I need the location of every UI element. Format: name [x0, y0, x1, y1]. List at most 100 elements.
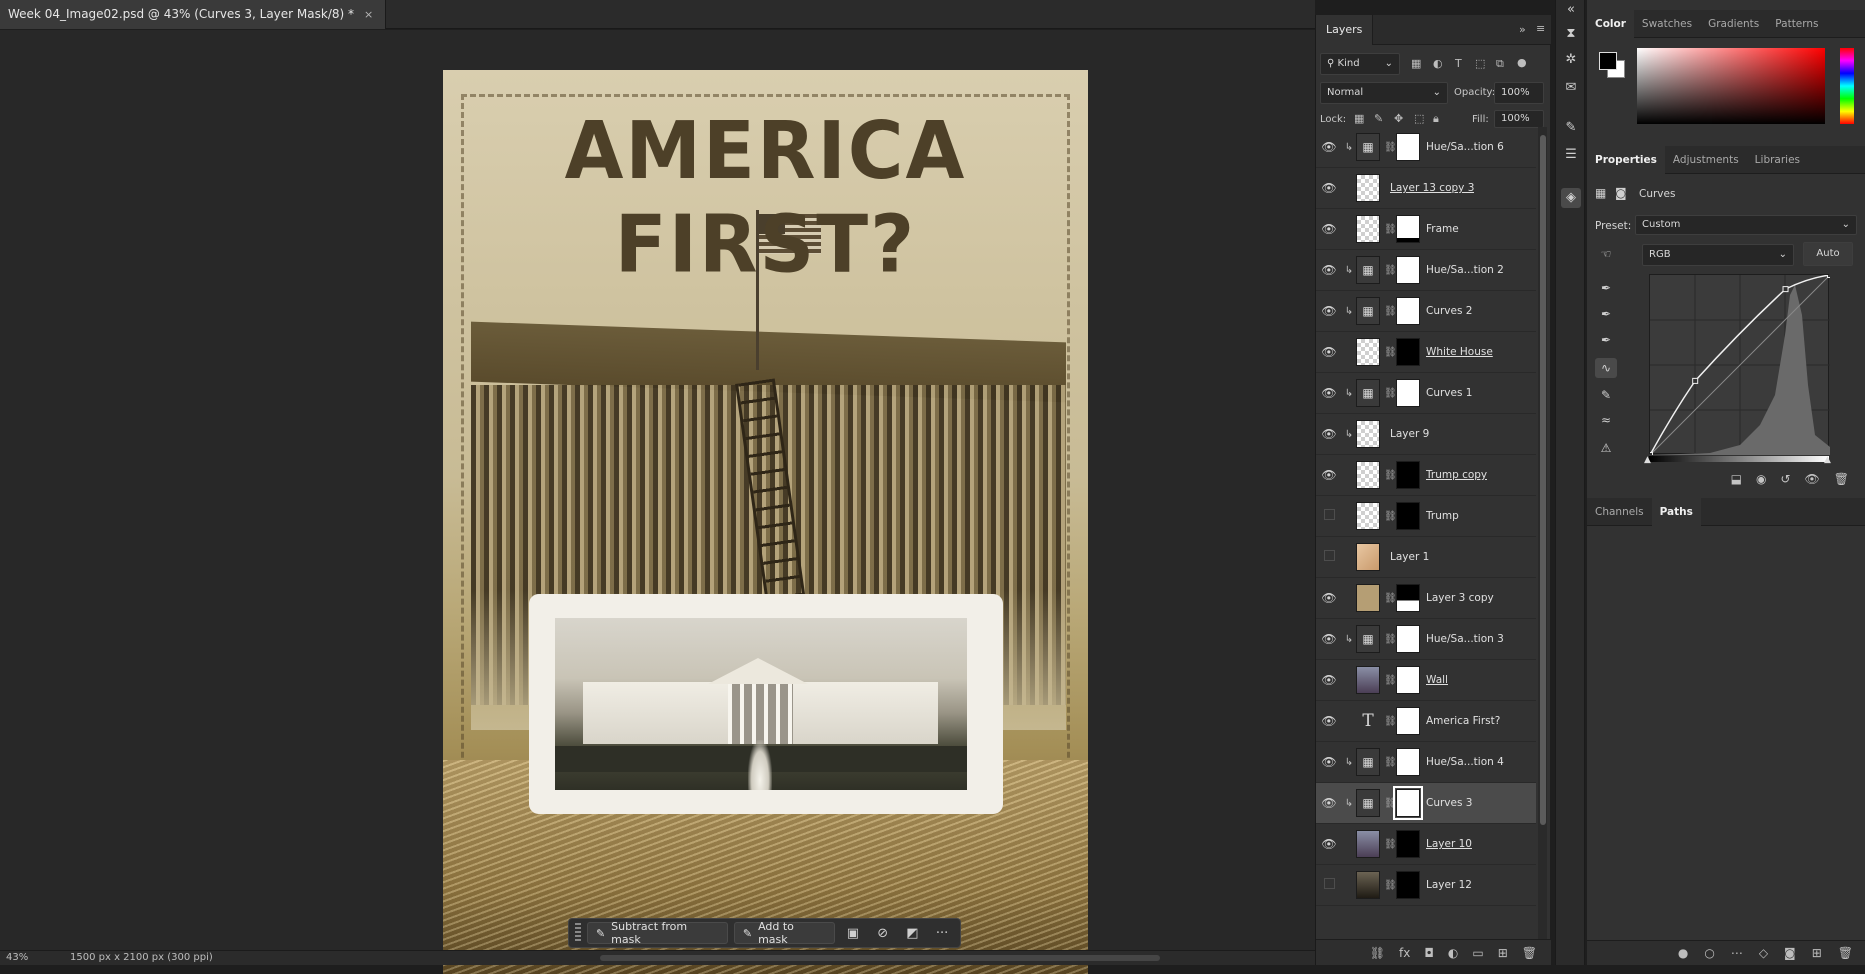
mask-link-icon[interactable]: ⛓: [1384, 142, 1397, 153]
reset-icon[interactable]: ↺: [1780, 472, 1790, 496]
lock-artboard-icon[interactable]: ⬚: [1414, 112, 1424, 125]
layer-mask-thumbnail[interactable]: [1396, 584, 1420, 612]
curves-graph[interactable]: [1647, 272, 1833, 458]
mask-link-icon[interactable]: ⛓: [1384, 224, 1397, 235]
tab-color[interactable]: Color: [1587, 10, 1634, 38]
layer-name[interactable]: White House: [1426, 346, 1493, 358]
new-path-icon[interactable]: ⊞: [1812, 946, 1822, 965]
white-point-eyedropper-icon[interactable]: ✒: [1595, 330, 1617, 350]
layer-mask-thumbnail[interactable]: [1396, 297, 1420, 325]
layer-row[interactable]: 👁︎ ↳ ▦ ⛓ Hue/Sa...tion 4: [1316, 742, 1536, 783]
layer-row[interactable]: 👁︎ ⛓ Layer 10: [1316, 824, 1536, 865]
tab-swatches[interactable]: Swatches: [1634, 10, 1700, 38]
taskbar-drag-handle[interactable]: [575, 923, 581, 943]
visibility-eye-icon[interactable]: [1316, 878, 1342, 892]
layer-row[interactable]: 👁︎ T ⛓ America First?: [1316, 701, 1536, 742]
mask-link-icon[interactable]: ⛓: [1384, 839, 1397, 850]
document-tab[interactable]: Week 04_Image02.psd @ 43% (Curves 3, Lay…: [0, 0, 387, 29]
black-point-eyedropper-icon[interactable]: ✒: [1595, 278, 1617, 298]
canvas-area[interactable]: AMERICA FIRST?: [0, 30, 1315, 974]
delete-path-icon[interactable]: 🗑︎: [1838, 946, 1853, 965]
make-path-icon[interactable]: ◇: [1759, 946, 1768, 965]
layer-style-fx-icon[interactable]: fx: [1399, 946, 1410, 960]
visibility-eye-icon[interactable]: 👁︎: [1316, 140, 1342, 154]
horizontal-scrollbar[interactable]: [600, 955, 1160, 961]
layer-name[interactable]: America First?: [1426, 715, 1500, 727]
layer-row[interactable]: 👁︎ ⛓ Wall: [1316, 660, 1536, 701]
delete-adjustment-icon[interactable]: 🗑︎: [1834, 472, 1849, 496]
add-vector-mask-icon[interactable]: ◙: [1784, 946, 1796, 965]
clip-to-layer-icon[interactable]: ⬓: [1731, 472, 1742, 496]
mask-link-icon[interactable]: ⛓: [1384, 347, 1397, 358]
load-selection-icon[interactable]: ⋯: [1731, 946, 1743, 965]
layer-thumbnail[interactable]: ▦: [1356, 748, 1380, 776]
filter-toggle-icon[interactable]: ●: [1517, 56, 1527, 69]
layer-row[interactable]: 👁︎ ⛓ White House: [1316, 332, 1536, 373]
collapse-panel-icon[interactable]: »: [1519, 23, 1526, 36]
tab-gradients[interactable]: Gradients: [1700, 10, 1767, 38]
layer-row[interactable]: 👁︎ ⛓ Trump copy: [1316, 455, 1536, 496]
collapse-dock-icon[interactable]: «: [1561, 0, 1581, 20]
layer-row[interactable]: ⛓ Layer 12: [1316, 865, 1536, 906]
layer-name[interactable]: Layer 3 copy: [1426, 592, 1494, 604]
curve-point[interactable]: [1782, 286, 1789, 293]
layer-row[interactable]: 👁︎ ↳ ▦ ⛓ Curves 3: [1316, 783, 1536, 824]
lock-position-icon[interactable]: ✥: [1394, 112, 1403, 125]
layer-name[interactable]: Trump copy: [1426, 469, 1487, 481]
mask-link-icon[interactable]: ⛓: [1384, 470, 1397, 481]
mask-link-icon[interactable]: ⛓: [1384, 265, 1397, 276]
layer-thumbnail[interactable]: [1356, 584, 1380, 612]
mask-link-icon[interactable]: ⛓: [1384, 593, 1397, 604]
adjustment-filter-icon[interactable]: ◐: [1433, 57, 1443, 70]
layers-dock-icon[interactable]: ◈: [1561, 188, 1581, 208]
layer-name[interactable]: Layer 9: [1390, 428, 1429, 440]
layer-name[interactable]: Wall: [1426, 674, 1448, 686]
layer-name[interactable]: Curves 2: [1426, 305, 1472, 317]
layer-thumbnail[interactable]: ▦: [1356, 297, 1380, 325]
mask-link-icon[interactable]: ⛓: [1384, 880, 1397, 891]
tab-channels[interactable]: Channels: [1587, 498, 1652, 526]
tab-layers[interactable]: Layers: [1316, 15, 1374, 45]
layer-mask-thumbnail[interactable]: [1396, 133, 1420, 161]
hue-slider[interactable]: [1840, 48, 1854, 124]
history-icon[interactable]: ⧗: [1561, 24, 1581, 44]
layer-mask-thumbnail[interactable]: [1396, 666, 1420, 694]
brush-settings-icon[interactable]: ✎: [1561, 118, 1581, 138]
layer-name[interactable]: Hue/Sa...tion 3: [1426, 633, 1504, 645]
layer-mask-thumbnail[interactable]: [1396, 379, 1420, 407]
layer-mask-thumbnail[interactable]: [1393, 786, 1423, 820]
visibility-eye-icon[interactable]: 👁︎: [1316, 591, 1342, 605]
layer-thumbnail[interactable]: [1356, 830, 1380, 858]
smart-object-filter-icon[interactable]: ⧉: [1496, 57, 1504, 71]
layer-thumbnail[interactable]: [1356, 666, 1380, 694]
fill-input[interactable]: 100%: [1494, 110, 1544, 128]
mask-link-icon[interactable]: ⛓: [1384, 716, 1397, 727]
layer-thumbnail[interactable]: [1356, 174, 1380, 202]
clipping-warning-icon[interactable]: ⚠: [1595, 438, 1617, 458]
layer-row[interactable]: 👁︎ ↳ ▦ ⛓ Curves 1: [1316, 373, 1536, 414]
layer-row[interactable]: 👁︎ ↳ ▦ ⛓ Hue/Sa...tion 2: [1316, 250, 1536, 291]
visibility-eye-icon[interactable]: [1316, 509, 1342, 523]
layer-name[interactable]: Layer 12: [1426, 879, 1472, 891]
layer-mask-thumbnail[interactable]: [1396, 707, 1420, 735]
lock-transparency-icon[interactable]: ▦: [1354, 112, 1364, 125]
layer-thumbnail[interactable]: [1356, 543, 1380, 571]
tab-patterns[interactable]: Patterns: [1767, 10, 1826, 38]
visibility-eye-icon[interactable]: 👁︎: [1316, 632, 1342, 646]
white-input-slider[interactable]: ▲: [1824, 455, 1831, 465]
view-previous-icon[interactable]: ◉: [1756, 472, 1766, 496]
shape-filter-icon[interactable]: ⬚: [1475, 57, 1485, 70]
visibility-eye-icon[interactable]: 👁︎: [1316, 304, 1342, 318]
visibility-eye-icon[interactable]: 👁︎: [1316, 796, 1342, 810]
layer-thumbnail[interactable]: ▦: [1356, 625, 1380, 653]
lock-pixels-icon[interactable]: ✎: [1374, 112, 1383, 125]
layer-name[interactable]: Hue/Sa...tion 4: [1426, 756, 1504, 768]
layer-thumbnail[interactable]: ▦: [1356, 379, 1380, 407]
layer-name[interactable]: Layer 1: [1390, 551, 1429, 563]
more-options-icon[interactable]: ···: [930, 922, 954, 944]
type-filter-icon[interactable]: T: [1455, 57, 1462, 70]
layer-row[interactable]: Layer 1: [1316, 537, 1536, 578]
tab-libraries[interactable]: Libraries: [1747, 146, 1808, 174]
layer-row[interactable]: 👁︎ ↳ ▦ ⛓ Curves 2: [1316, 291, 1536, 332]
layer-thumbnail[interactable]: [1356, 461, 1380, 489]
